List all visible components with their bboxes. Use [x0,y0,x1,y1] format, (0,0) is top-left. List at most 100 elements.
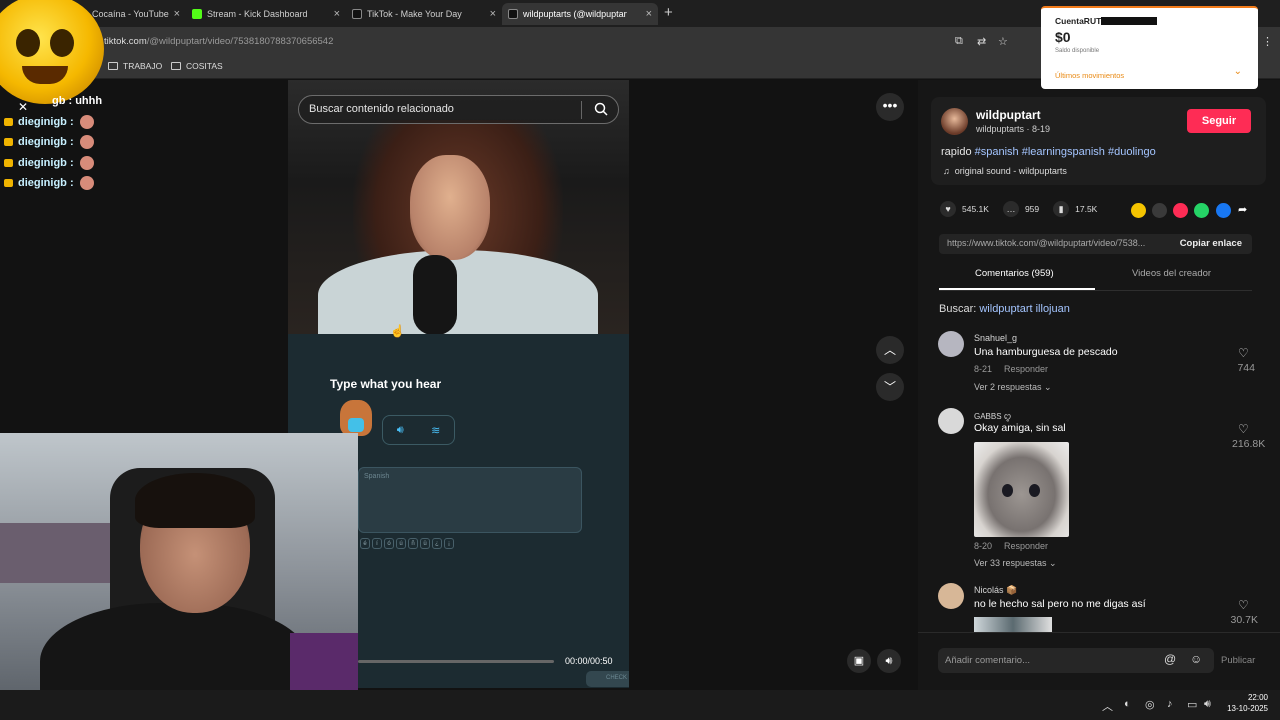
volume-icon[interactable]: 🔊︎ [1204,698,1211,711]
tab-kick-dashboard[interactable]: Stream - Kick Dashboard × [186,3,346,25]
share-arrow-icon[interactable]: ➦ [1238,203,1253,218]
like-button[interactable]: ♥ 545.1K [940,201,989,217]
whatsapp-icon[interactable] [1194,203,1209,218]
related-search-input[interactable]: Buscar contenido relacionado [298,95,619,124]
system-clock[interactable]: 22:00 13-10-2025 [1224,692,1268,714]
chevron-up-icon[interactable]: ︿ [1102,698,1113,714]
webcam-bed [0,523,110,583]
search-suggestion[interactable]: Buscar: wildpuptart illojuan [939,303,1070,315]
share-send-icon[interactable] [1173,203,1188,218]
new-tab-button[interactable]: + [664,4,673,21]
bookmark-folder-trabajo[interactable]: TRABAJO [108,61,162,71]
tab-label: Cocaína - YouTube [92,9,169,19]
chat-message: gb : uhhh [52,95,103,107]
tab-tiktok-video[interactable]: wildpuptarts (@wildpuptart × [502,3,658,25]
accent-key: ó [384,538,394,549]
comment-image[interactable] [974,617,1052,633]
active-tab-indicator [939,288,1095,290]
close-icon[interactable]: × [646,8,652,20]
accent-keys: é í ó ú ñ ü ¿ ¡ [360,538,454,549]
network-icon[interactable]: ▭ [1187,698,1197,711]
translate-icon[interactable]: ⇄ [977,35,986,48]
duolingo-check-button: CHECK [586,671,629,687]
comment-input[interactable]: Añadir comentario... @ ☺ [938,648,1214,673]
close-icon[interactable]: × [334,8,340,20]
redacted-account [1101,17,1157,25]
emoji-eye [16,29,40,57]
embed-icon[interactable] [1152,203,1167,218]
facebook-icon[interactable] [1216,203,1231,218]
comment-username[interactable]: GABBS ꨄ [974,410,1011,422]
bookmark-folder-cositas[interactable]: COSITAS [171,61,223,71]
publish-button[interactable]: Publicar [1221,655,1255,666]
chat-username: dieginigb : [18,177,74,189]
comment-heart-icon[interactable]: ♡ [1238,346,1249,360]
chat-emote-icon [79,115,94,129]
floating-player-button[interactable]: ▣ [847,649,871,673]
comment-avatar[interactable] [938,408,964,434]
comment-heart-icon[interactable]: ♡ [1238,422,1249,436]
tab-label: wildpuptarts (@wildpuptart [523,9,627,19]
search-icon[interactable] [594,102,608,116]
comment-username[interactable]: Nicolás 📦 [974,585,1017,596]
tab-youtube[interactable]: Cocaína - YouTube × [86,3,186,25]
comment-heart-icon[interactable]: ♡ [1238,598,1249,612]
engagement-stats: ♥ 545.1K … 959 ▮ 17.5K [940,201,1111,217]
webcam-person-hair [135,473,255,528]
comment-icon: … [1002,201,1019,217]
bookmark-star-icon[interactable]: ☆ [998,35,1008,48]
tab-label: Stream - Kick Dashboard [207,9,308,19]
comment-avatar[interactable] [938,583,964,609]
more-options-button[interactable]: ••• [876,93,904,121]
video-progress-bar[interactable] [358,660,554,663]
url-path: /@wildpuptart/video/7538180788370656542 [146,36,334,47]
sound-link[interactable]: ♫ original sound - wildpuptarts [943,166,1067,176]
mention-icon[interactable]: @ [1164,652,1176,666]
chat-emote-icon [79,176,94,190]
tab-tiktok-home[interactable]: TikTok - Make Your Day × [346,3,502,25]
author-name[interactable]: wildpuptart [976,108,1041,122]
follow-button[interactable]: Seguir [1187,109,1251,133]
volume-button[interactable]: 🔊︎ [877,649,901,673]
share-coin-icon[interactable] [1131,203,1146,218]
next-video-button[interactable]: ﹀ [876,373,904,401]
comment-image-sad-hamster[interactable] [974,442,1069,537]
emoji-icon[interactable]: ☺ [1190,652,1202,666]
reply-button[interactable]: Responder [1004,541,1048,551]
comment-text: no le hecho sal pero no me digas así [974,598,1146,610]
hashtag-link[interactable]: #learningspanish [1022,146,1105,158]
copy-link-button[interactable]: Copiar enlace [1180,238,1242,249]
chat-message: dieginigb : [4,115,94,129]
view-replies-button[interactable]: Ver 2 respuestas ⌄ [974,382,1052,393]
answer-textarea: Spanish [358,467,582,533]
video-link-box: https://www.tiktok.com/@wildpuptart/vide… [939,234,1252,254]
menu-icon[interactable]: ⋮ [1262,35,1273,48]
save-button[interactable]: ▮ 17.5K [1053,201,1097,217]
previous-video-button[interactable]: ︿ [876,336,904,364]
tab-creator-videos[interactable]: Videos del creador [1132,268,1211,279]
duolingo-prompt: Type what you hear [330,377,442,391]
accent-key: ¡ [444,538,454,549]
comment-username[interactable]: Snahuel_g [974,333,1017,343]
hashtag-link[interactable]: #spanish [975,146,1019,158]
install-app-icon[interactable]: ⧉ [955,35,963,48]
comment-button[interactable]: … 959 [1002,201,1040,217]
video-person-face [410,155,490,260]
comment-count: 959 [1024,204,1040,214]
comment-avatar[interactable] [938,331,964,357]
microphone-icon[interactable]: ♪ [1167,698,1173,710]
author-avatar[interactable] [941,108,968,135]
view-replies-button[interactable]: Ver 33 respuestas ⌄ [974,558,1057,569]
hamster-eye [1029,484,1040,497]
close-icon[interactable]: × [174,8,180,20]
tab-comments[interactable]: Comentarios (959) [975,268,1054,279]
hashtag-link[interactable]: #duolingo [1108,146,1156,158]
audio-buttons: 🔊︎ ≋ [382,415,455,445]
search-suggestion-label: Buscar: [939,303,977,315]
reply-button[interactable]: Responder [1004,364,1048,374]
discord-icon[interactable]: ◐ [1124,698,1131,710]
close-icon[interactable]: × [490,8,496,20]
url-field[interactable]: tiktok.com/@wildpuptart/video/7538180788… [96,32,946,52]
steam-icon[interactable]: ◎ [1145,698,1155,711]
chat-username: dieginigb : [18,157,74,169]
